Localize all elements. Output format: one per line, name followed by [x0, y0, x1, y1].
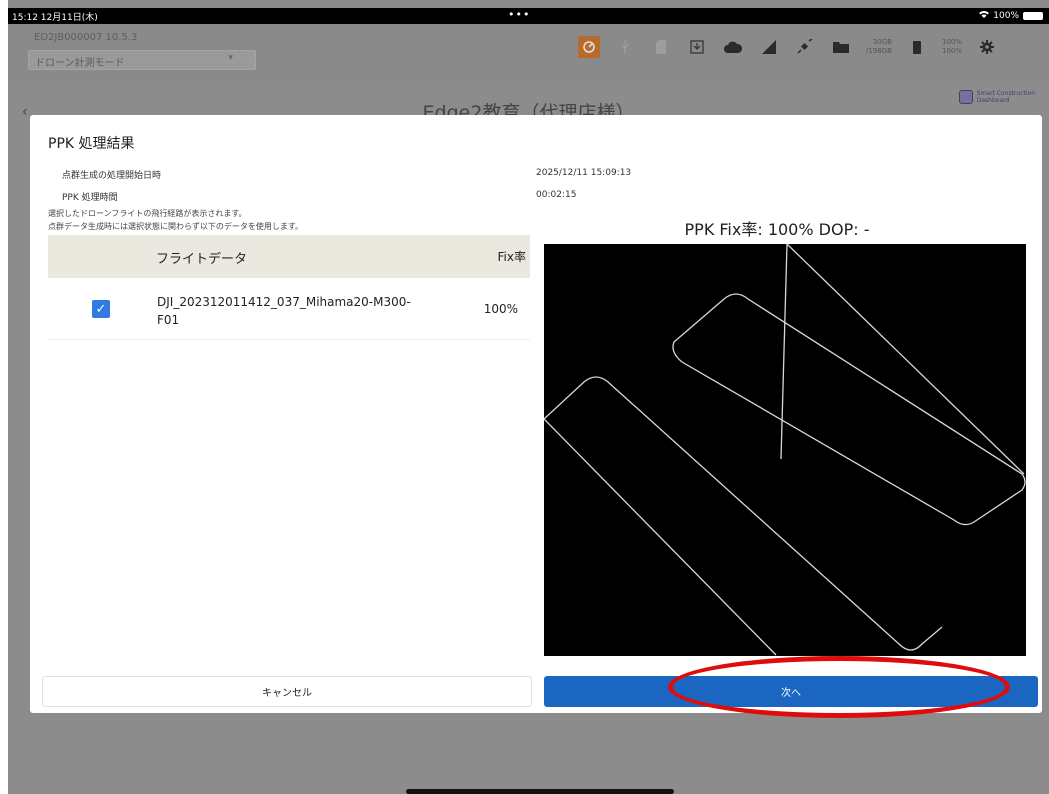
dialog-title: PPK 処理結果 — [48, 136, 135, 152]
flight-path-vertical — [780, 243, 788, 460]
flight-fix-rate: 100% — [483, 302, 518, 316]
storage-indicator: 30GB /198GB — [866, 38, 892, 56]
home-indicator[interactable] — [406, 789, 674, 794]
flight-path-loop-upper — [672, 293, 1026, 526]
chevron-down-icon: ▾ — [228, 53, 233, 63]
sd-card-icon[interactable] — [650, 36, 672, 58]
toolbar: 30GB /198GB 100% 100% — [578, 36, 998, 58]
battery-levels: 100% 100% — [942, 38, 962, 56]
battery-icon — [1023, 11, 1043, 20]
wifi-icon — [979, 10, 990, 21]
note-flight-path: 選択したドローンフライトの飛行経路が表示されます。 — [48, 209, 247, 218]
note-data-usage: 点群データ生成時には選択状態に関わらず以下のデータを使用します。 — [48, 222, 304, 231]
status-right: 100% — [979, 10, 1043, 21]
flight-path-loop-lower — [543, 376, 943, 656]
download-icon[interactable] — [686, 36, 708, 58]
flight-name: DJI_202312011412_037_Mihama20-M300-F01 — [157, 295, 411, 327]
cloud-icon[interactable] — [722, 36, 744, 58]
flight-table-header: フライトデータ Fix率 — [48, 235, 530, 278]
battery-level-top: 100% — [941, 38, 962, 46]
device-id: ED2JB000007 10.5.3 — [34, 32, 138, 43]
gnss-icon[interactable] — [578, 36, 600, 58]
battery-icon — [906, 36, 928, 58]
multitask-dots[interactable]: ••• — [508, 8, 530, 21]
tablet-screen: 15:12 12月11日(木) ••• 100% ED2JB000007 10.… — [8, 0, 1049, 794]
mode-select[interactable]: ドローン計測モード ▾ — [28, 50, 256, 70]
processing-time-label: PPK 処理時間 — [62, 193, 118, 203]
next-button[interactable]: 次へ — [544, 676, 1038, 707]
battery-percent: 100% — [993, 10, 1019, 21]
battery-level-bottom: 100% — [941, 47, 962, 55]
ppk-stats: PPK Fix率: 100% DOP: - — [684, 220, 870, 239]
usb-icon[interactable] — [614, 36, 636, 58]
table-row[interactable]: ✓ DJI_202312011412_037_Mihama20-M300-F01… — [48, 278, 530, 340]
status-bar: 15:12 12月11日(木) ••• 100% — [8, 8, 1049, 24]
folder-icon[interactable] — [830, 36, 852, 58]
signal-icon[interactable] — [758, 36, 780, 58]
storage-used: 30GB — [872, 38, 892, 46]
mode-select-value: ドローン計測モード — [35, 58, 125, 69]
row-checkbox[interactable]: ✓ — [92, 300, 110, 318]
flight-path-plot — [543, 243, 1026, 656]
column-header-flight-data: フライトデータ — [156, 252, 248, 267]
ppk-result-dialog: PPK 処理結果 点群生成の処理開始日時 2025/12/11 15:09:13… — [30, 115, 1042, 713]
processing-time-value: 00:02:15 — [536, 190, 577, 200]
status-time: 15:12 12月11日(木) — [12, 13, 98, 23]
start-time-value: 2025/12/11 15:09:13 — [536, 168, 632, 178]
cancel-button[interactable]: キャンセル — [42, 676, 532, 707]
start-time-label: 点群生成の処理開始日時 — [62, 171, 162, 181]
flight-path-diagonal — [786, 243, 1025, 475]
column-header-fix-rate: Fix率 — [497, 250, 526, 264]
app-header: ED2JB000007 10.5.3 ドローン計測モード ▾ 30GB /198… — [8, 24, 1049, 80]
settings-icon[interactable] — [976, 36, 998, 58]
flight-path-view — [543, 243, 1026, 656]
satellite-icon[interactable] — [794, 36, 816, 58]
storage-total: /198GB — [866, 47, 892, 55]
